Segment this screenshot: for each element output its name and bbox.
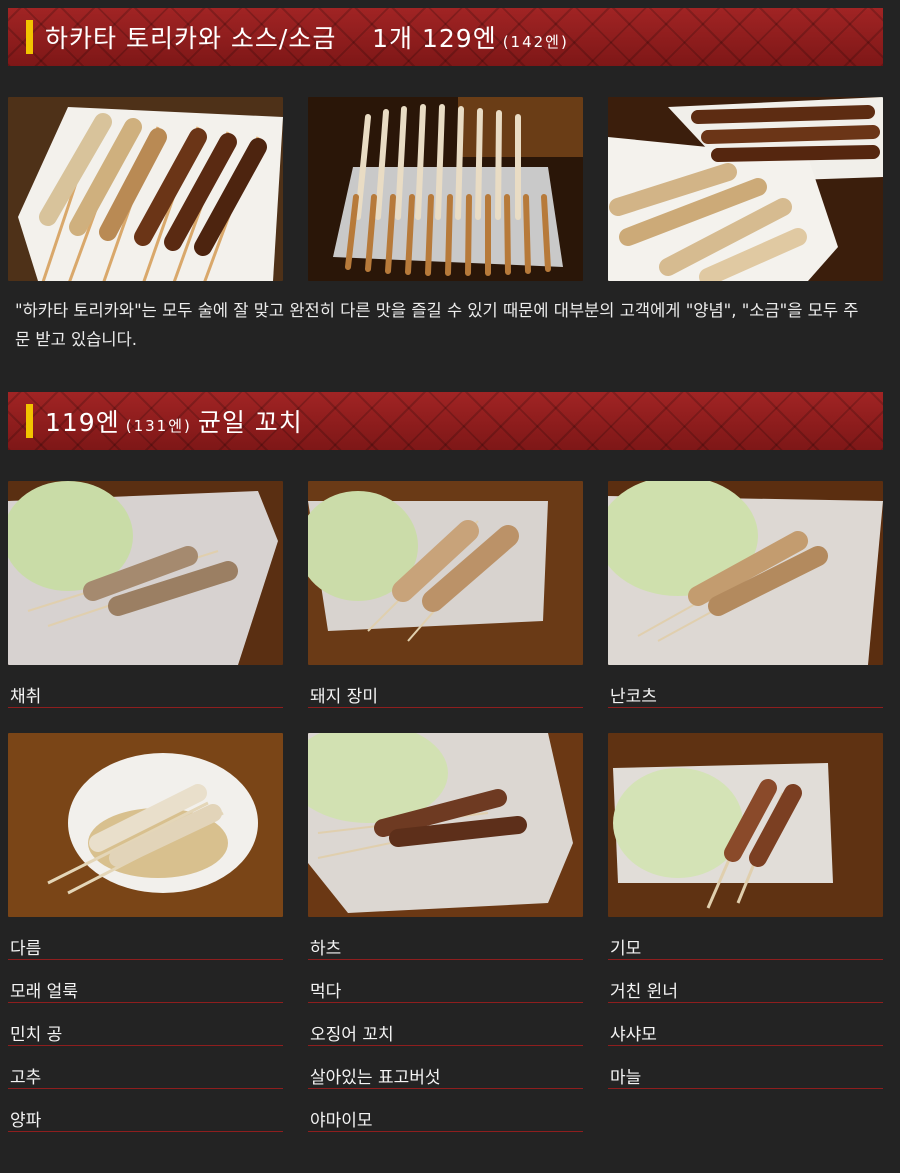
photo-item-6 [608, 733, 883, 917]
section-title: 119엔 (131엔) 균일 꼬치 [45, 403, 303, 439]
section-description: "하카타 토리카와"는 모두 술에 잘 맞고 완전히 다른 맛을 즐길 수 있기… [15, 301, 859, 349]
section-header-hakata-torikawa: 하카타 토리카와 소스/소금 1개 129엔 (142엔) [8, 8, 883, 66]
menu-item: 모래 얼룩 [8, 971, 283, 1003]
menu-item-photo-3: 난코츠 [608, 676, 883, 708]
photo-item-2 [308, 481, 583, 665]
section-header-uniform-skewers: 119엔 (131엔) 균일 꼬치 [8, 392, 883, 450]
price-tax-text: (142엔) [502, 33, 569, 51]
header-accent-bar [26, 404, 33, 438]
photo-skewers-tray [308, 97, 583, 281]
menu-item-photo-1: 채취 [8, 676, 283, 708]
menu-item: 오징어 꼬치 [308, 1014, 583, 1046]
photo-skewers-two-plates [608, 97, 883, 281]
menu-item: 먹다 [308, 971, 583, 1003]
photo-item-4 [8, 733, 283, 917]
menu-item-photo-5: 하츠 [308, 928, 583, 960]
photo-item-3 [608, 481, 883, 665]
menu-item-photo-6: 기모 [608, 928, 883, 960]
price-text: 119엔 [45, 408, 120, 437]
price-tax-text: (131엔) [125, 417, 192, 435]
photo-item-5 [308, 733, 583, 917]
menu-item-photo-2: 돼지 장미 [308, 676, 583, 708]
section-title-text: 균일 꼬치 [197, 408, 303, 437]
photo-skewers-plate [8, 97, 283, 281]
menu-item: 고추 [8, 1057, 283, 1089]
menu-item: 마늘 [608, 1057, 883, 1089]
price-text: 1개 129엔 [372, 24, 497, 53]
menu-item: 거친 윈너 [608, 971, 883, 1003]
menu-item: 살아있는 표고버섯 [308, 1057, 583, 1089]
section-title-text: 하카타 토리카와 소스/소금 [45, 24, 337, 53]
menu-item-photo-4: 다름 [8, 928, 283, 960]
menu-item: 야마이모 [308, 1100, 583, 1132]
menu-item: 샤샤모 [608, 1014, 883, 1046]
menu-item: 양파 [8, 1100, 283, 1132]
section-title: 하카타 토리카와 소스/소금 1개 129엔 (142엔) [45, 19, 575, 55]
header-accent-bar [26, 20, 33, 54]
photo-item-1 [8, 481, 283, 665]
menu-item: 민치 공 [8, 1014, 283, 1046]
